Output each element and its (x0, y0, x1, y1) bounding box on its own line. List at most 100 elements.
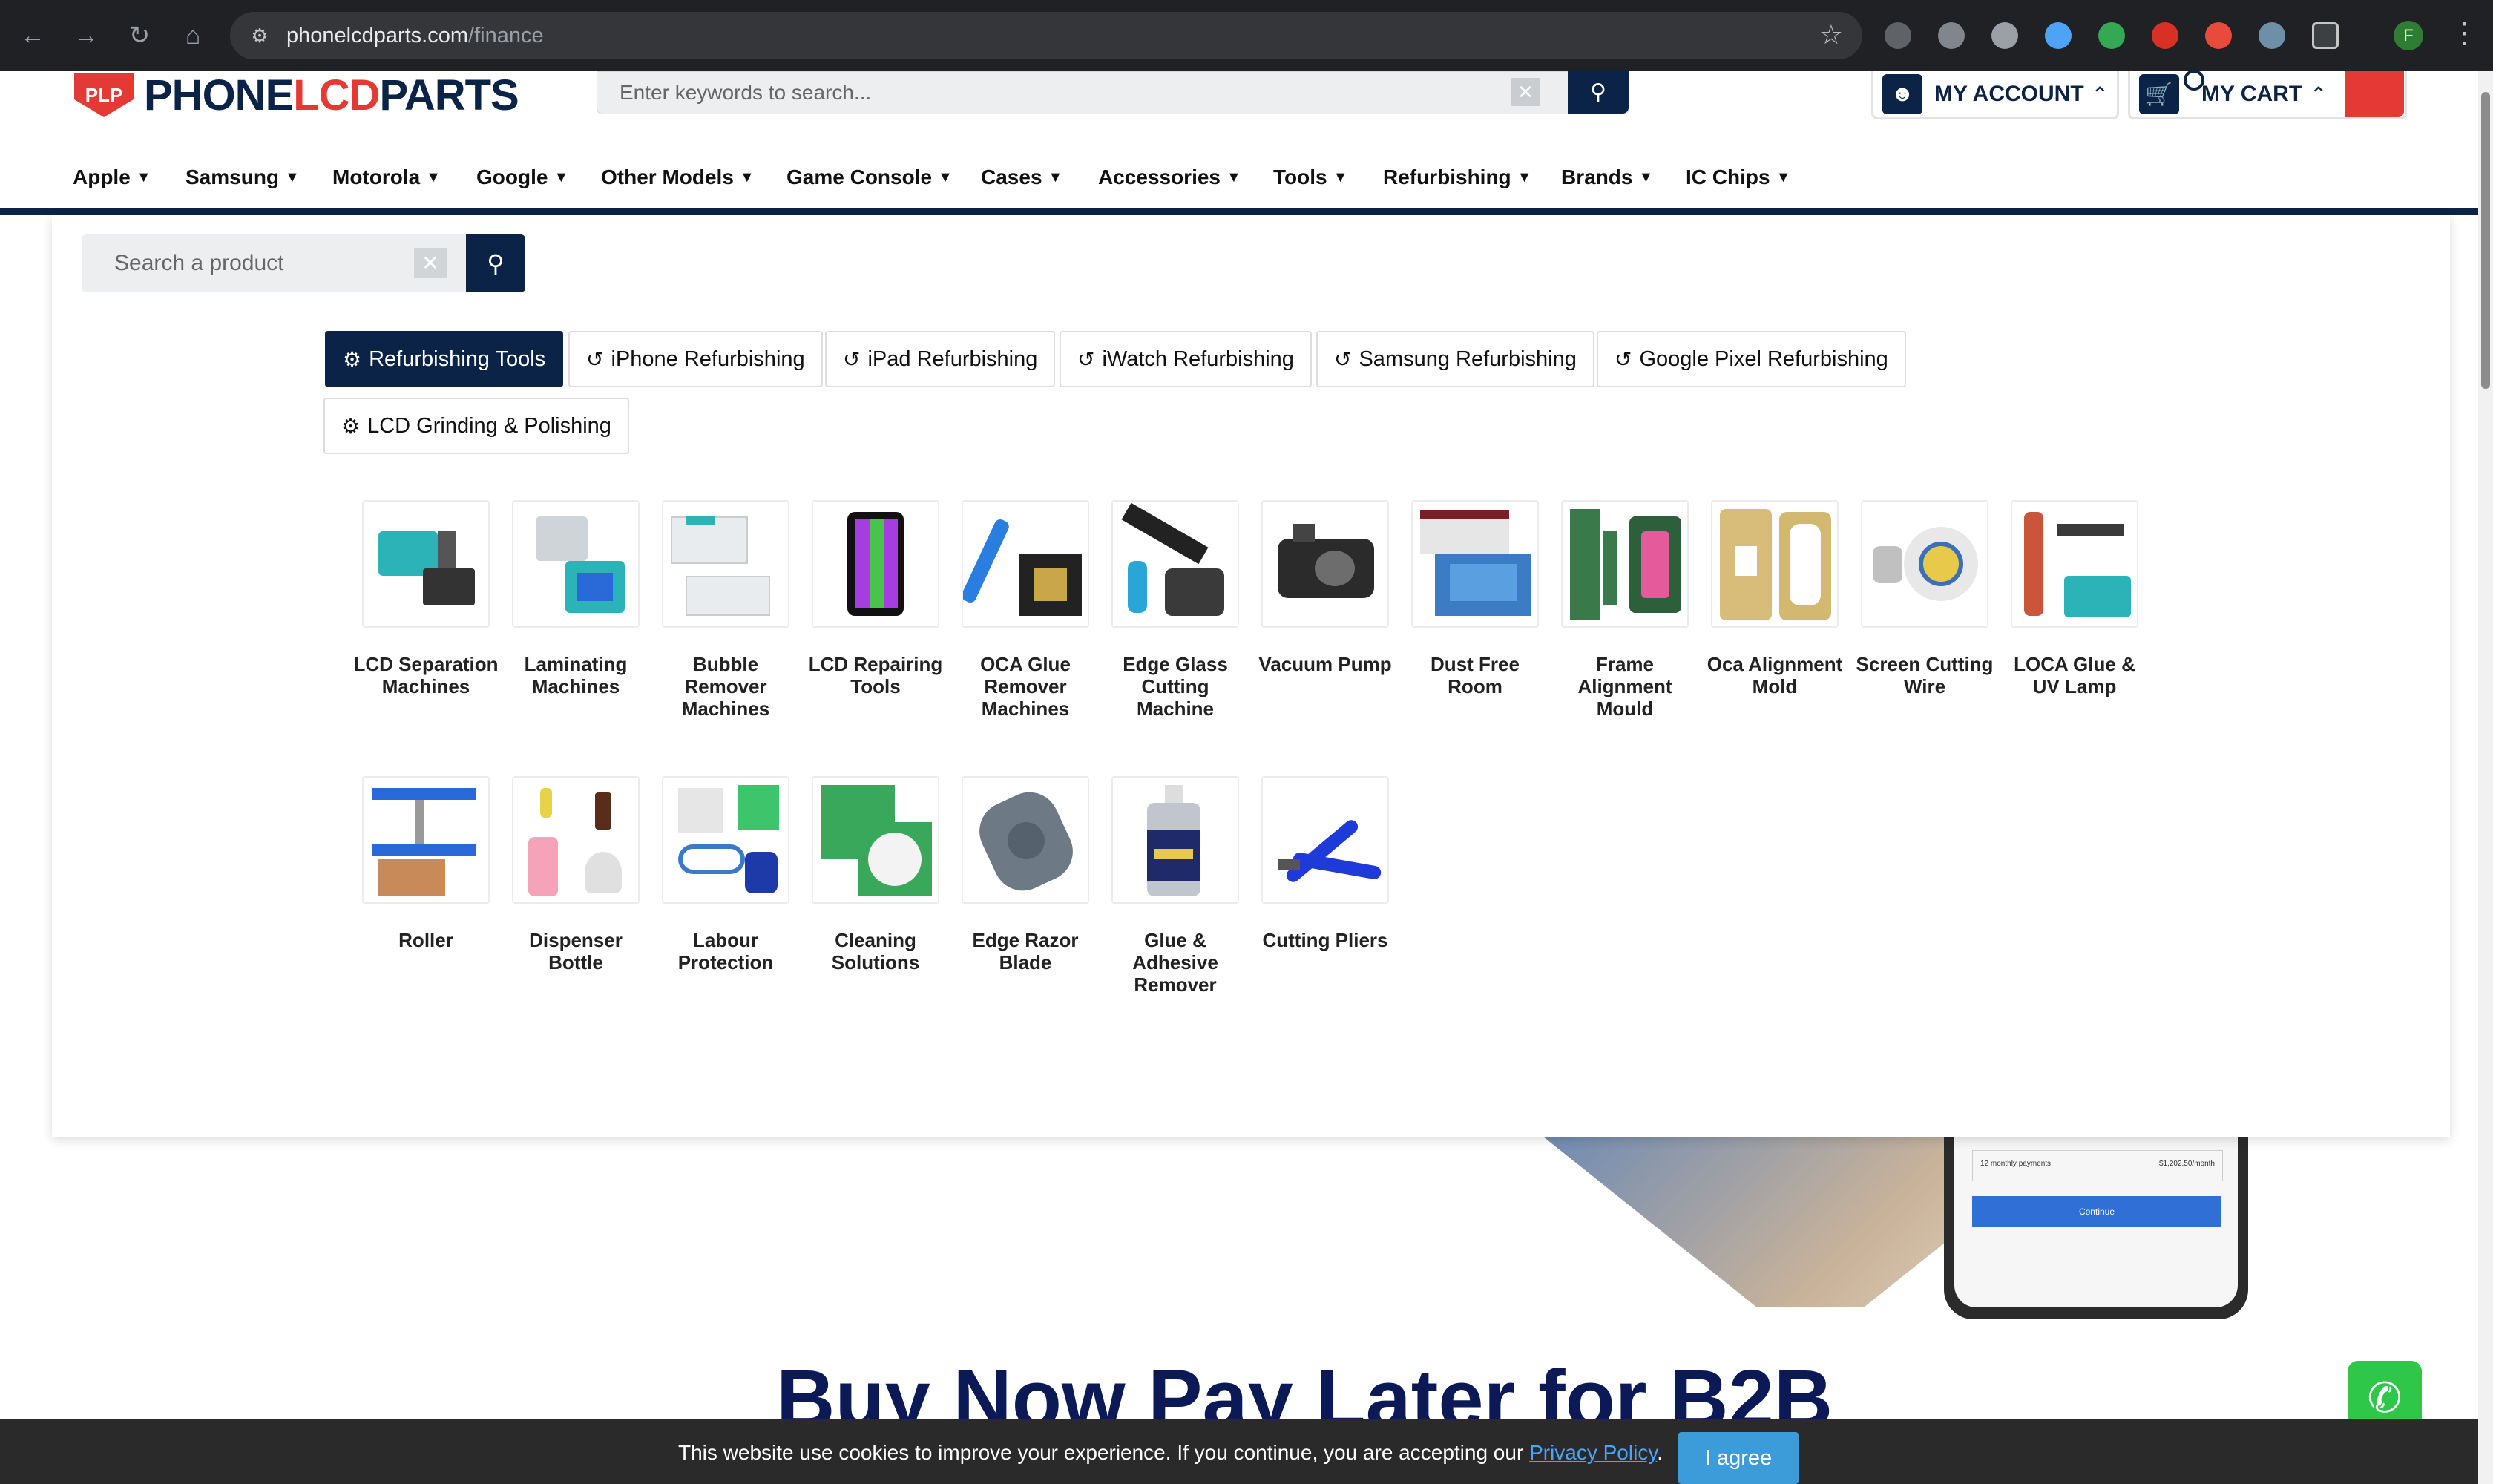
undo-icon: ↺ (586, 347, 604, 371)
my-account-button[interactable]: ☻ MY ACCOUNT ⌃ (1871, 71, 2119, 119)
nav-label: Game Console (786, 165, 933, 188)
nav-item-accessories[interactable]: Accessories ▼ (1098, 165, 1241, 189)
tab-ipad-refurbishing[interactable]: ↺ iPad Refurbishing (825, 331, 1056, 387)
category-label: Cutting Pliers (1262, 929, 1388, 951)
category-roller[interactable]: Roller (352, 776, 500, 951)
chevron-down-icon: ▼ (136, 168, 151, 186)
extension-icon[interactable] (2098, 22, 2125, 49)
category-glue-adhesive-remover[interactable]: Glue & Adhesive Remover (1101, 776, 1249, 996)
category-edge-glass-cutting-machine[interactable]: Edge Glass Cutting Machine (1101, 500, 1249, 720)
nav-item-samsung[interactable]: Samsung ▼ (185, 165, 300, 189)
nav-item-tools[interactable]: Tools ▼ (1273, 165, 1347, 189)
bubble-remover-image (662, 500, 789, 628)
category-lcd-separation-machines[interactable]: LCD Separation Machines (352, 500, 500, 697)
nav-item-refurbishing[interactable]: Refurbishing ▼ (1383, 165, 1531, 189)
adblock-icon[interactable] (2152, 22, 2178, 49)
undo-icon: ↺ (843, 347, 861, 371)
extension-icon[interactable] (1991, 22, 2018, 49)
search-icon: ⚲ (487, 250, 505, 277)
chevron-down-icon: ▼ (1048, 168, 1063, 186)
home-icon[interactable]: ⌂ (175, 18, 211, 53)
tab-samsung-refurbishing[interactable]: ↺ Samsung Refurbishing (1316, 331, 1594, 387)
category-bubble-remover-machines[interactable]: Bubble Remover Machines (651, 500, 800, 720)
main-navigation: Apple ▼ Samsung ▼ Motorola ▼ Google ▼ Other … (0, 153, 2478, 202)
category-laminating-machines[interactable]: Laminating Machines (502, 500, 650, 697)
clear-search-icon[interactable]: ✕ (1511, 78, 1540, 106)
category-dispenser-bottle[interactable]: Dispenser Bottle (502, 776, 650, 974)
nav-item-motorola[interactable]: Motorola ▼ (332, 165, 441, 189)
back-icon[interactable]: ← (15, 18, 50, 53)
cookie-text: This website use cookies to improve your… (678, 1441, 1524, 1464)
tab-iphone-refurbishing[interactable]: ↺ iPhone Refurbishing (568, 331, 823, 387)
profile-avatar[interactable]: F (2394, 21, 2423, 50)
nav-item-apple[interactable]: Apple ▼ (73, 165, 151, 189)
tab-refurbishing-tools[interactable]: ⚙ Refurbishing Tools (325, 331, 564, 387)
product-search-placeholder: Search a product (114, 251, 284, 275)
category-oca-glue-remover-machines[interactable]: OCA Glue Remover Machines (951, 500, 1100, 720)
adhesive-remover-image (1111, 776, 1239, 904)
category-oca-alignment-mold[interactable]: Oca Alignment Mold (1701, 500, 1849, 697)
nav-item-ic-chips[interactable]: IC Chips ▼ (1686, 165, 1790, 189)
nav-item-other-models[interactable]: Other Models ▼ (601, 165, 755, 189)
extension-icon[interactable] (2259, 22, 2285, 49)
chevron-up-icon: ⌃ (2310, 82, 2328, 106)
cookie-agree-button[interactable]: I agree (1678, 1432, 1799, 1484)
category-cutting-pliers[interactable]: Cutting Pliers (1251, 776, 1399, 951)
site-settings-icon[interactable]: ⚙ (246, 22, 273, 49)
category-vacuum-pump[interactable]: Vacuum Pump (1251, 500, 1399, 675)
puzzle-icon[interactable] (2312, 22, 2339, 49)
tab-lcd-grinding-polishing[interactable]: ⚙ LCD Grinding & Polishing (323, 398, 629, 454)
phone-mockup-image: 12 monthly payments $1,202.50/month Cont… (1944, 1137, 2248, 1319)
category-label: Vacuum Pump (1258, 653, 1392, 675)
phone-continue-button: Continue (1972, 1196, 2221, 1227)
extension-icon[interactable] (1938, 22, 1965, 49)
chevron-down-icon: ▼ (1226, 168, 1241, 186)
nav-item-game-console[interactable]: Game Console ▼ (786, 165, 953, 189)
cutting-wire-image (1861, 500, 1988, 628)
forward-icon[interactable]: → (68, 18, 104, 53)
category-label: Dust Free Room (1431, 653, 1520, 697)
site-search-placeholder: Enter keywords to search... (620, 81, 872, 104)
category-lcd-repairing-tools[interactable]: LCD Repairing Tools (801, 500, 950, 697)
extension-icon[interactable] (1885, 22, 1911, 49)
chevron-down-icon: ▼ (285, 168, 300, 186)
nav-item-google[interactable]: Google ▼ (476, 165, 568, 189)
url-host: phonelcdparts.com (286, 24, 469, 47)
extension-icon[interactable] (2205, 22, 2232, 49)
tab-label: iPad Refurbishing (867, 347, 1038, 371)
nav-item-brands[interactable]: Brands ▼ (1561, 165, 1653, 189)
page-scrollbar[interactable] (2478, 71, 2493, 1484)
category-screen-cutting-wire[interactable]: Screen Cutting Wire (1850, 500, 1999, 697)
scrollbar-thumb[interactable] (2481, 92, 2490, 389)
privacy-policy-link[interactable]: Privacy Policy (1529, 1441, 1657, 1464)
search-button[interactable]: ⚲ (1568, 70, 1629, 114)
clear-search-icon[interactable]: ✕ (414, 248, 447, 278)
extension-icon[interactable] (2045, 22, 2072, 49)
bookmark-star-icon[interactable]: ☆ (1819, 19, 1843, 50)
address-bar[interactable]: ⚙ phonelcdparts.com/finance ☆ (230, 12, 1862, 59)
category-loca-glue-uv-lamp[interactable]: LOCA Glue & UV Lamp (2000, 500, 2149, 697)
category-edge-razor-blade[interactable]: Edge Razor Blade (951, 776, 1100, 974)
logo-part-parts: PARTS (379, 70, 519, 119)
dust-free-room-image (1411, 500, 1539, 628)
more-menu-icon[interactable]: ⋮ (2450, 16, 2478, 50)
nav-divider (0, 208, 2478, 215)
tab-iwatch-refurbishing[interactable]: ↺ iWatch Refurbishing (1060, 331, 1312, 387)
site-logo[interactable]: PLP PHONELCDPARTS (74, 71, 519, 119)
tab-google-pixel-refurbishing[interactable]: ↺ Google Pixel Refurbishing (1597, 331, 1906, 387)
product-search-input[interactable]: Search a product ✕ (82, 234, 469, 292)
my-account-label: MY ACCOUNT (1934, 82, 2084, 106)
nav-item-cases[interactable]: Cases ▼ (981, 165, 1062, 189)
category-dust-free-room[interactable]: Dust Free Room (1401, 500, 1549, 697)
tab-label: Samsung Refurbishing (1359, 347, 1577, 371)
category-cleaning-solutions[interactable]: Cleaning Solutions (801, 776, 950, 974)
category-labour-protection[interactable]: Labour Protection (651, 776, 800, 974)
category-frame-alignment-mould[interactable]: Frame Alignment Mould (1551, 500, 1699, 720)
chevron-down-icon: ▼ (1638, 168, 1654, 186)
browser-toolbar: ← → ↻ ⌂ ⚙ phonelcdparts.com/finance ☆ F … (0, 0, 2493, 71)
logo-badge: PLP (74, 73, 134, 117)
reload-icon[interactable]: ↻ (122, 18, 157, 53)
product-search-button[interactable]: ⚲ (466, 234, 525, 292)
category-label: Dispenser Bottle (529, 929, 623, 974)
site-search-input[interactable]: Enter keywords to search... ✕ ⚲ (597, 70, 1629, 114)
